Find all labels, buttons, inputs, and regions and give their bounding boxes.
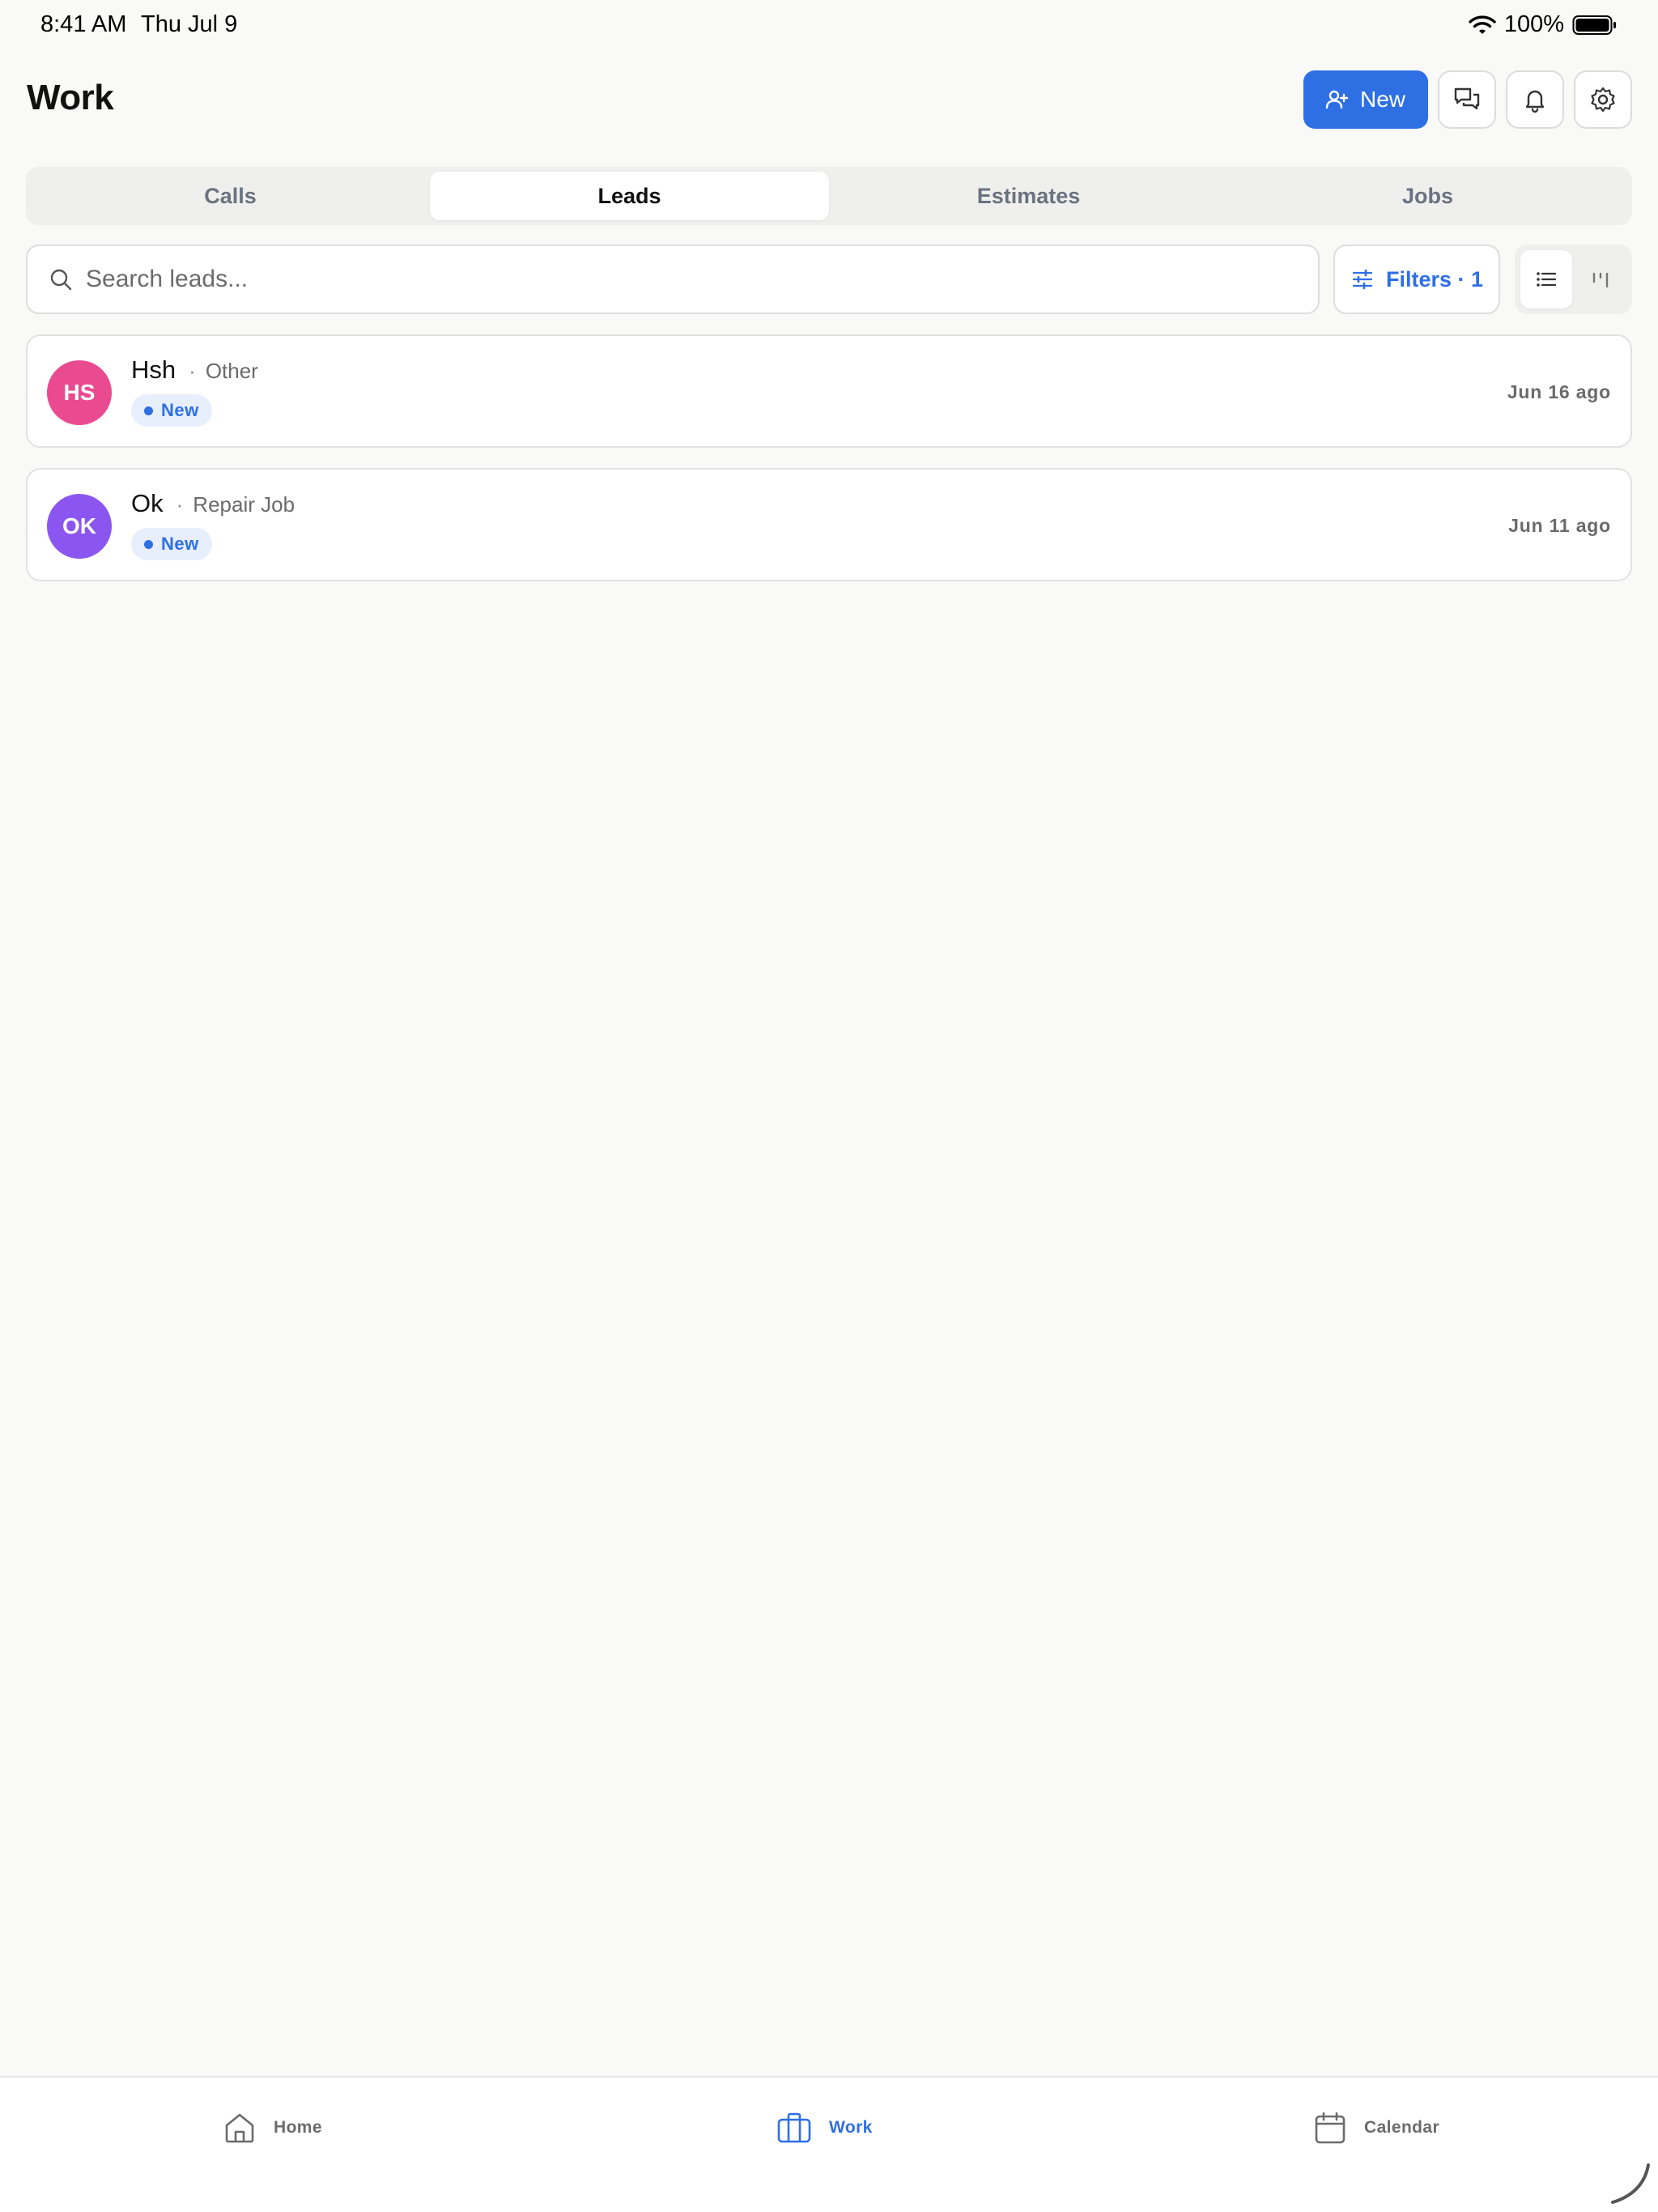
lead-card[interactable]: OK Ok · Repair Job New Jun 11 ago: [26, 468, 1632, 581]
new-button-label: New: [1359, 87, 1405, 112]
status-time: 8:41 AM: [40, 11, 127, 37]
status-label: New: [161, 534, 199, 554]
page-title: Work: [27, 78, 114, 117]
search-input[interactable]: [86, 266, 1318, 293]
lead-title-row: Hsh · Other: [131, 355, 258, 385]
header-actions: New: [1303, 70, 1632, 129]
status-dot: [144, 539, 153, 549]
status-dot: [144, 406, 153, 415]
board-view-button[interactable]: [1575, 250, 1627, 308]
kanban-icon: [1593, 272, 1609, 288]
status-label: New: [161, 400, 199, 420]
filters-label: Filters · 1: [1385, 266, 1484, 291]
wifi-icon: [1469, 15, 1496, 34]
lead-name: Ok: [131, 489, 164, 517]
bell-icon: [1525, 90, 1545, 113]
battery-icon: [1572, 15, 1616, 35]
calendar-icon: [1315, 2112, 1346, 2144]
work-tabs: Calls Leads Estimates Jobs: [26, 167, 1632, 225]
nav-home[interactable]: Home: [222, 2110, 322, 2146]
search-icon: [50, 269, 72, 291]
list-view-button[interactable]: [1520, 250, 1572, 308]
nav-work-label: Work: [829, 2118, 873, 2137]
nav-calendar-label: Calendar: [1364, 2118, 1440, 2137]
tab-calls[interactable]: Calls: [31, 172, 430, 220]
avatar: OK: [47, 494, 112, 559]
lead-card[interactable]: HS Hsh · Other New Jun 16 ago: [26, 334, 1632, 448]
gear-icon: [1591, 87, 1615, 113]
view-toggle: [1515, 245, 1632, 314]
bottom-tab-bar: Home Work Calendar: [0, 2076, 1658, 2212]
nav-home-label: Home: [274, 2118, 322, 2137]
home-icon: [225, 2113, 254, 2143]
status-indicators: 100%: [1469, 11, 1618, 38]
corner-curve-icon: [1611, 2163, 1650, 2204]
settings-button[interactable]: [1574, 70, 1632, 129]
tab-leads[interactable]: Leads: [430, 172, 829, 220]
lead-title-row: Ok · Repair Job: [131, 489, 295, 518]
filters-button[interactable]: Filters · 1: [1333, 245, 1500, 314]
notifications-button[interactable]: [1506, 70, 1564, 129]
separator-dot: ·: [176, 492, 184, 517]
status-badge: New: [131, 528, 212, 560]
status-bar: 8:41 AM Thu Jul 9 100%: [0, 0, 1658, 52]
lead-date: Jun 11 ago: [1508, 515, 1611, 536]
avatar: HS: [47, 360, 112, 425]
status-badge: New: [131, 394, 212, 427]
battery-percent: 100%: [1503, 11, 1564, 37]
separator-dot: ·: [189, 359, 196, 383]
lead-type: Repair Job: [193, 492, 295, 517]
nav-work[interactable]: Work: [776, 2110, 873, 2146]
tab-estimates[interactable]: Estimates: [829, 172, 1228, 220]
add-user-icon: [1325, 90, 1349, 109]
sliders-icon: [1352, 269, 1373, 290]
list-icon: [1536, 272, 1556, 287]
lead-date: Jun 16 ago: [1507, 381, 1611, 402]
lead-name: Hsh: [131, 355, 176, 384]
search-box: [26, 245, 1320, 314]
status-date: Thu Jul 9: [141, 11, 238, 37]
nav-calendar[interactable]: Calendar: [1312, 2110, 1439, 2146]
lead-type: Other: [205, 359, 258, 383]
briefcase-icon: [777, 2112, 811, 2143]
tab-jobs[interactable]: Jobs: [1228, 172, 1627, 220]
new-button[interactable]: New: [1303, 70, 1428, 129]
messages-button[interactable]: [1438, 70, 1496, 129]
work-screen: 8:41 AM Thu Jul 9 100% Work New Calls Le…: [0, 0, 1658, 2212]
chat-bubbles-icon: [1454, 87, 1480, 110]
